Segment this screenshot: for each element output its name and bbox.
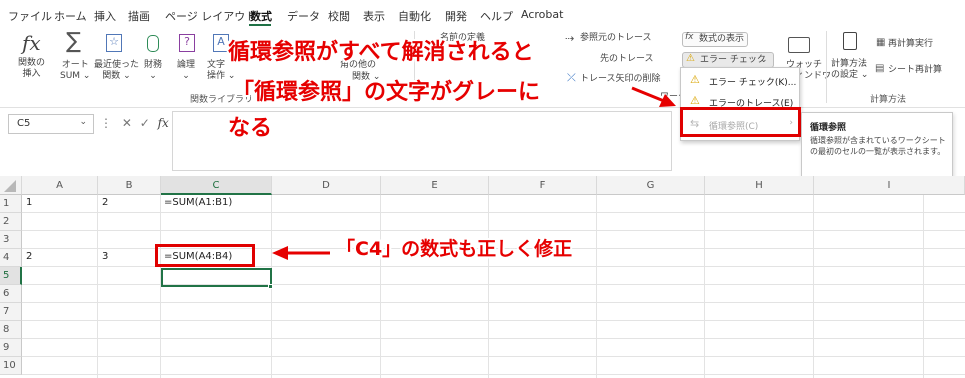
annotation-line-3: なる — [228, 116, 273, 141]
arrow-to-c4 — [272, 246, 330, 260]
annotation-c4: 「C4」の数式も正しく修正 — [336, 238, 573, 260]
annotation-line-1: 循環参照がすべて解消されると — [228, 40, 534, 65]
arrow-to-dropdown — [631, 86, 676, 107]
annotation-line-2: 「循環参照」の文字がグレーに — [232, 80, 541, 105]
